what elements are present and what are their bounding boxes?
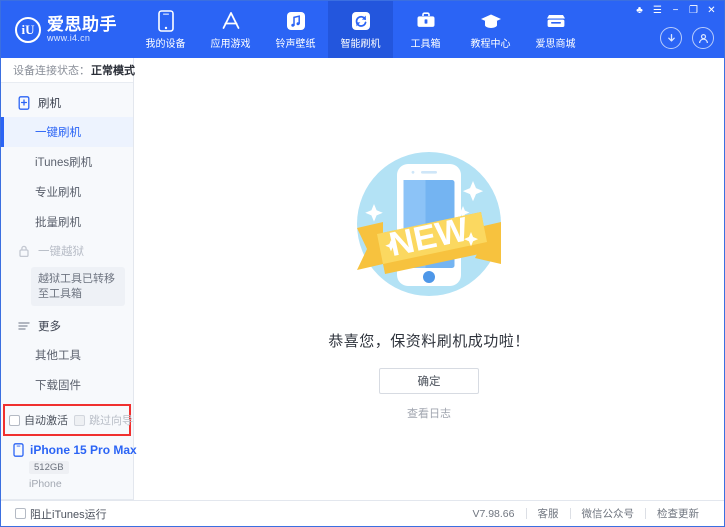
brand-logo: iU 爱思助手 www.i4.cn: [1, 16, 133, 43]
tab-label: 铃声壁纸: [275, 38, 316, 50]
jailbreak-moved-note: 越狱工具已转移至工具箱: [31, 266, 125, 307]
app-header: iU 爱思助手 www.i4.cn 我的设备 应用游戏 铃声壁纸 智能刷机 工具…: [1, 1, 724, 58]
tab-ringtones-wallpaper[interactable]: 铃声壁纸: [263, 1, 328, 58]
tab-tutorial-center[interactable]: 教程中心: [458, 1, 523, 58]
device-name: iPhone 15 Pro Max: [30, 443, 137, 457]
app-window: iU 爱思助手 www.i4.cn 我的设备 应用游戏 铃声壁纸 智能刷机 工具…: [0, 0, 725, 527]
account-icon[interactable]: [692, 27, 714, 49]
confirm-button[interactable]: 确定: [379, 368, 479, 394]
minimize-icon[interactable]: −: [667, 3, 684, 18]
sidebar-item-download-firmware[interactable]: 下载固件: [1, 370, 133, 400]
wechat-link[interactable]: 微信公众号: [571, 506, 646, 521]
tab-apps-games[interactable]: 应用游戏: [198, 1, 263, 58]
version-label: V7.98.66: [472, 507, 515, 520]
brand-name: 爱思助手: [47, 14, 117, 34]
checkbox-box: [9, 414, 20, 426]
store-icon: [544, 10, 568, 32]
app-body: 设备连接状态： 正常模式 刷机 一键刷机 iTunes刷机 专业刷机 批量刷机: [1, 58, 724, 500]
device-type: iPhone: [29, 478, 62, 490]
nav-group-jailbreak: 一键越狱: [1, 237, 133, 265]
brand-text: 爱思助手 www.i4.cn: [47, 16, 117, 43]
skip-wizard-label: 跳过向导: [89, 415, 133, 427]
nav-group-label: 更多: [38, 321, 61, 334]
phone-icon: [157, 9, 174, 32]
success-message: 恭喜您，保资料刷机成功啦！: [328, 333, 530, 350]
sidebar-item-one-key-flash[interactable]: 一键刷机: [1, 116, 133, 147]
connection-status: 设备连接状态： 正常模式: [1, 58, 135, 83]
checkbox-box: [15, 508, 26, 519]
view-log-link[interactable]: 查看日志: [407, 405, 451, 421]
tab-smart-flash[interactable]: 智能刷机: [328, 1, 393, 58]
check-update-link[interactable]: 检查更新: [646, 506, 710, 521]
lock-icon: [17, 244, 31, 258]
list-icon: [17, 319, 31, 333]
tab-label: 我的设备: [145, 38, 186, 50]
sidebar-item-batch-flash[interactable]: 批量刷机: [1, 207, 133, 237]
logo-mark: iU: [15, 16, 41, 43]
auto-activate-label: 自动激活: [24, 415, 68, 427]
tab-label: 智能刷机: [340, 38, 381, 50]
window-controls: ♣ ☰ − ❐ ✕: [631, 3, 720, 18]
music-icon: [286, 10, 306, 32]
skin-icon[interactable]: ♣: [631, 3, 648, 18]
tab-toolbox[interactable]: 工具箱: [393, 1, 458, 58]
connected-device-panel[interactable]: iPhone 15 Pro Max 512GB iPhone: [1, 436, 137, 500]
brand-url: www.i4.cn: [47, 32, 91, 43]
skip-wizard-checkbox: 跳过向导: [74, 412, 133, 428]
flash-device-icon: [17, 95, 31, 110]
close-icon[interactable]: ✕: [703, 3, 720, 18]
phone-icon: [11, 443, 25, 457]
nav-group-label: 刷机: [38, 97, 61, 110]
connection-status-label: 设备连接状态：: [13, 64, 90, 77]
connection-status-value: 正常模式: [91, 64, 135, 77]
block-itunes-checkbox[interactable]: 阻止iTunes运行: [15, 506, 107, 522]
nav-group-label: 一键越狱: [38, 245, 84, 258]
device-capacity-badge: 512GB: [29, 461, 69, 474]
block-itunes-label: 阻止iTunes运行: [30, 508, 107, 521]
status-bar-right: V7.98.66 客服 微信公众号 检查更新: [461, 506, 710, 521]
main-content: NEW 恭喜您，保资料刷机成功啦！ 确定 查看日志: [134, 58, 724, 500]
tab-label: 爱思商城: [535, 38, 576, 50]
main-nav-tabs: 我的设备 应用游戏 铃声壁纸 智能刷机 工具箱 教程中心 爱思商城: [133, 1, 588, 58]
menu-icon[interactable]: ☰: [649, 3, 666, 18]
tab-store[interactable]: 爱思商城: [523, 1, 588, 58]
new-phone-badge-illustration: NEW: [339, 136, 519, 316]
refresh-icon: [351, 10, 371, 32]
support-link[interactable]: 客服: [527, 506, 570, 521]
tab-label: 应用游戏: [210, 38, 251, 50]
user-controls: [660, 27, 714, 49]
sidebar-item-pro-flash[interactable]: 专业刷机: [1, 177, 133, 207]
device-header: iPhone 15 Pro Max: [11, 443, 137, 457]
sidebar-item-other-tools[interactable]: 其他工具: [1, 340, 133, 370]
tab-my-device[interactable]: 我的设备: [133, 1, 198, 58]
appstore-icon: [220, 10, 242, 32]
sidebar-item-itunes-flash[interactable]: iTunes刷机: [1, 147, 133, 177]
nav-group-flash: 刷机: [1, 89, 133, 117]
sidebar-options-highlight: 自动激活 跳过向导: [3, 404, 133, 436]
sidebar-nav: 刷机 一键刷机 iTunes刷机 专业刷机 批量刷机 一键越狱 越狱工具已转移至…: [1, 83, 133, 400]
graduation-cap-icon: [479, 10, 503, 32]
tab-label: 工具箱: [410, 38, 441, 50]
download-icon[interactable]: [660, 27, 682, 49]
checkbox-box: [74, 414, 85, 426]
auto-activate-checkbox[interactable]: 自动激活: [9, 412, 68, 428]
toolbox-icon: [415, 10, 437, 32]
maximize-icon[interactable]: ❐: [685, 3, 702, 18]
sidebar: 设备连接状态： 正常模式 刷机 一键刷机 iTunes刷机 专业刷机 批量刷机: [1, 58, 137, 500]
tab-label: 教程中心: [470, 38, 511, 50]
nav-group-more: 更多: [1, 312, 133, 340]
status-bar: 阻止iTunes运行 V7.98.66 客服 微信公众号 检查更新: [1, 500, 724, 526]
